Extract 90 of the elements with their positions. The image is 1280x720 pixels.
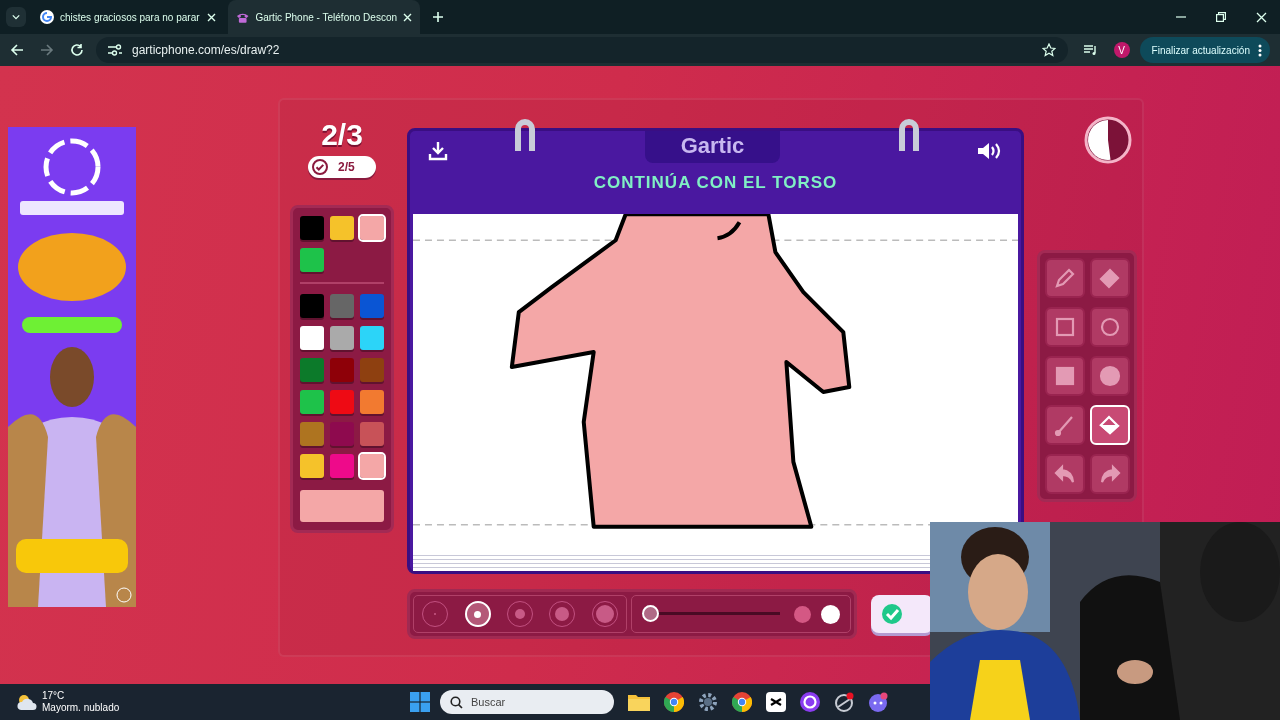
color-swatch[interactable] [360, 357, 384, 382]
tool-button[interactable] [1044, 454, 1085, 494]
color-swatch[interactable] [300, 248, 324, 272]
media-control-icon[interactable] [1083, 44, 1098, 56]
tool-button[interactable] [1044, 356, 1085, 396]
color-swatch[interactable] [330, 325, 354, 350]
browser-tab[interactable]: Gartic Phone - Teléfono Descon [228, 0, 420, 34]
undo-icon [1054, 465, 1074, 484]
back-icon[interactable] [10, 43, 24, 57]
eraser-icon [1098, 268, 1120, 289]
drawing-canvas[interactable] [413, 214, 1018, 552]
tool-button[interactable] [1089, 356, 1130, 396]
logo: Gartic [644, 131, 781, 163]
tool-button[interactable] [1089, 307, 1130, 347]
timer-icon [1084, 116, 1132, 164]
color-swatch[interactable] [300, 389, 324, 414]
pencil-icon [1054, 268, 1075, 288]
color-swatch[interactable] [360, 216, 384, 240]
line-icon [1054, 416, 1073, 437]
color-swatch[interactable] [360, 325, 384, 350]
done-button[interactable] [871, 595, 933, 633]
folder-icon[interactable] [628, 693, 650, 711]
redo-icon [1100, 465, 1120, 484]
site-settings-icon[interactable] [108, 44, 122, 56]
profile-avatar[interactable]: V [1113, 42, 1130, 58]
color-swatch[interactable] [330, 389, 354, 414]
weather-text: Mayorm. nublado [42, 702, 120, 714]
filled-circle-icon [1099, 365, 1120, 387]
tool-button[interactable] [1089, 454, 1130, 494]
square-icon [1055, 317, 1074, 337]
chrome-icon[interactable] [732, 692, 752, 712]
browser-tab[interactable]: chistes graciosos para no parar [32, 0, 224, 34]
color-swatch[interactable] [360, 453, 384, 478]
paint-bucket-icon [1098, 415, 1120, 435]
speaker-icon[interactable] [977, 141, 1003, 161]
done-count: 2/5 [338, 160, 355, 174]
windows-icon[interactable] [410, 692, 430, 712]
new-tab-icon[interactable] [432, 11, 444, 23]
color-swatch[interactable] [330, 357, 354, 382]
color-swatch[interactable] [300, 357, 324, 382]
tool-button[interactable] [1044, 405, 1085, 445]
more-icon[interactable] [1258, 43, 1262, 57]
restore-icon[interactable] [1216, 12, 1226, 22]
update-button[interactable]: Finalizar actualización [1139, 37, 1270, 63]
taskbar-search-field[interactable]: Buscar [440, 690, 614, 714]
color-swatch[interactable] [300, 421, 324, 446]
forward-icon[interactable] [40, 43, 54, 57]
color-swatch[interactable] [330, 421, 354, 446]
color-swatch[interactable] [330, 293, 354, 318]
tool-button[interactable] [1044, 258, 1085, 298]
chat-app-icon[interactable] [868, 692, 888, 712]
color-swatch[interactable] [360, 421, 384, 446]
color-swatch[interactable] [300, 293, 324, 318]
current-color-swatch[interactable] [300, 489, 384, 522]
ring-app-icon[interactable] [800, 692, 820, 712]
download-icon[interactable] [428, 141, 448, 161]
close-icon[interactable] [207, 12, 216, 22]
opacity-dot-icon [794, 605, 811, 623]
tab-list-button[interactable] [6, 7, 26, 27]
color-swatch[interactable] [360, 389, 384, 414]
cloud-sun-icon [16, 693, 38, 711]
gear-icon[interactable] [698, 692, 718, 712]
color-swatch[interactable] [330, 216, 354, 240]
round-counter: 2/3 [321, 118, 363, 152]
app-icon[interactable] [834, 692, 854, 712]
reload-icon[interactable] [70, 43, 84, 57]
color-swatch[interactable] [300, 325, 324, 350]
caret-icon [12, 14, 20, 20]
color-swatch[interactable] [360, 293, 384, 318]
tool-button[interactable] [1044, 307, 1085, 347]
tool-button[interactable] [1089, 258, 1130, 298]
check-icon [881, 603, 903, 625]
bookmark-star-icon[interactable] [1041, 43, 1056, 57]
close-icon[interactable] [403, 12, 412, 22]
instruction-text: CONTINÚA CON EL TORSO [593, 173, 838, 193]
chrome-icon[interactable] [664, 692, 684, 712]
color-swatch[interactable] [300, 216, 324, 240]
editor-icon[interactable] [766, 692, 786, 712]
filled-square-icon [1055, 366, 1074, 386]
color-swatch[interactable] [300, 453, 324, 478]
address-field[interactable]: garticphone.com/es/draw?2 [96, 37, 1068, 63]
close-icon[interactable] [1256, 11, 1267, 23]
google-icon [40, 10, 54, 24]
check-icon [312, 159, 328, 175]
color-swatch[interactable] [330, 453, 354, 478]
slider-thumb[interactable] [642, 605, 659, 622]
temperature-text: 17°C [42, 690, 66, 702]
circle-icon [1100, 317, 1119, 337]
search-icon [450, 695, 463, 709]
opacity-full-icon [821, 604, 840, 624]
